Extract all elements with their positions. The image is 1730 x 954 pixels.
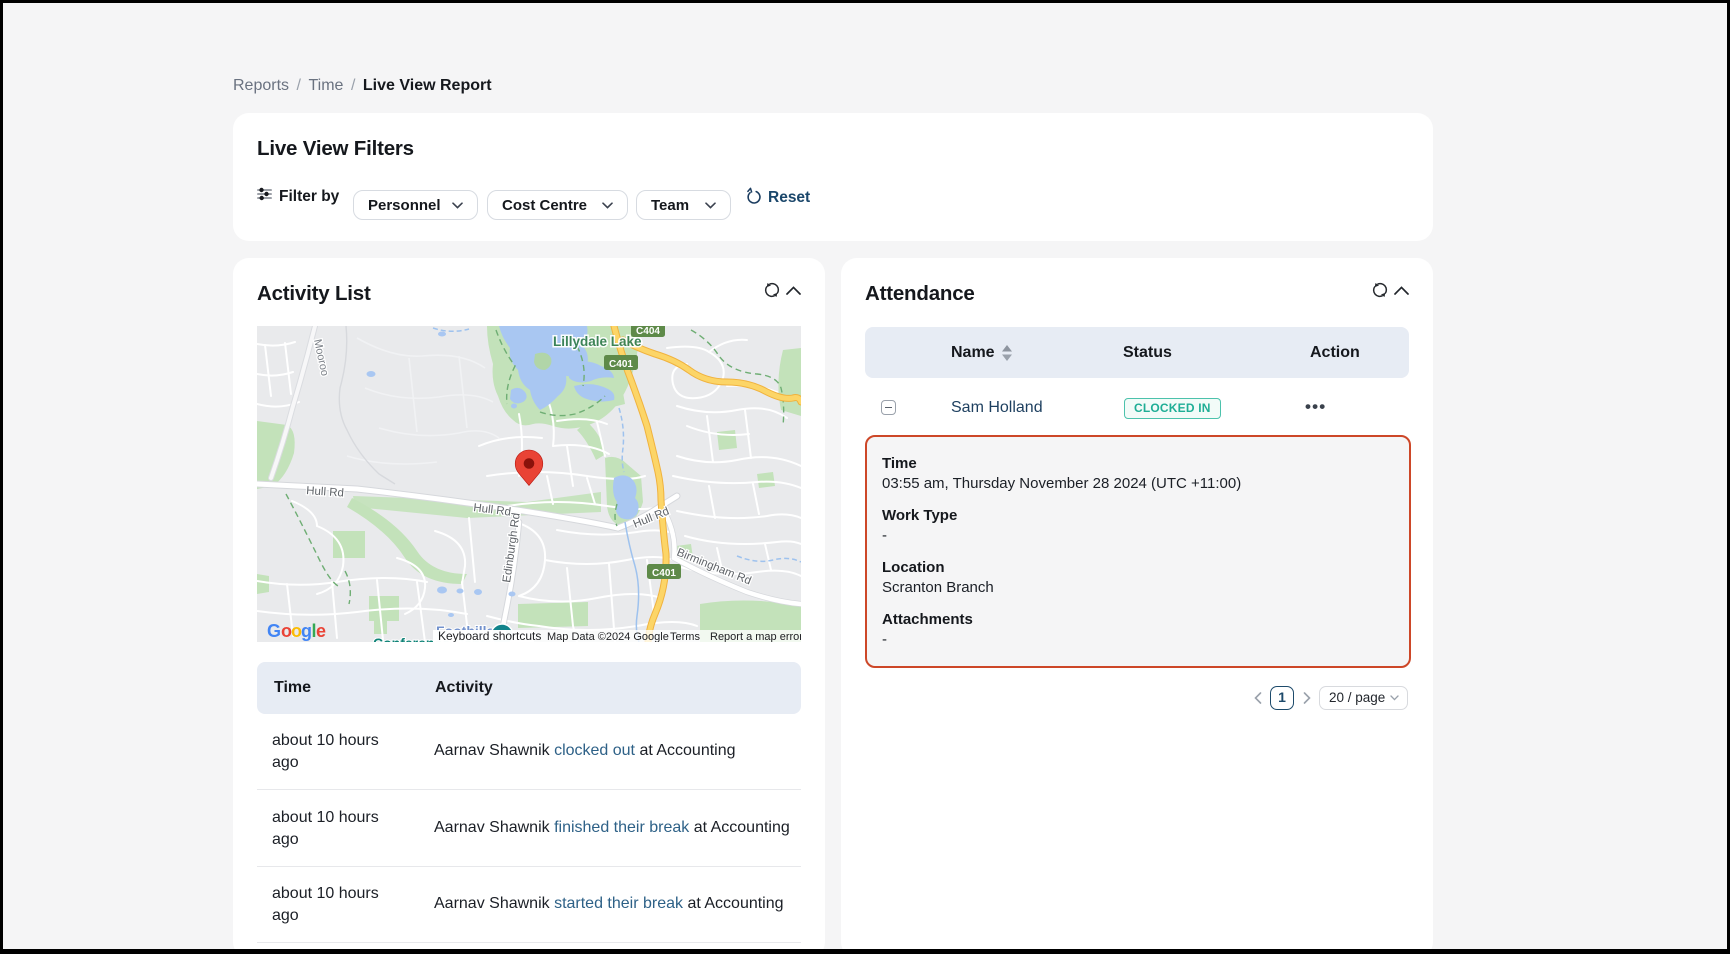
svg-text:Lillydale Lake: Lillydale Lake: [553, 334, 642, 349]
svg-text:C401: C401: [609, 359, 633, 370]
svg-text:g: g: [301, 621, 312, 641]
svg-text:G: G: [267, 621, 281, 641]
svg-text:Report a map error: Report a map error: [710, 631, 801, 642]
svg-text:Terms: Terms: [670, 631, 700, 642]
svg-text:Keyboard shortcuts: Keyboard shortcuts: [438, 629, 541, 642]
svg-text:e: e: [316, 621, 326, 641]
svg-text:C401: C401: [652, 568, 676, 579]
svg-text:C404: C404: [636, 326, 660, 337]
svg-text:Map Data ©2024 Google: Map Data ©2024 Google: [547, 631, 669, 642]
